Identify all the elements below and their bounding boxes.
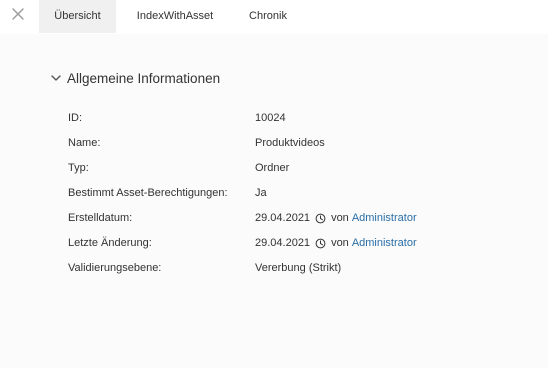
clock-icon (315, 238, 326, 248)
tab-chronik[interactable]: Chronik (238, 0, 298, 33)
created-date: 29.04.2021 (255, 212, 311, 224)
created-by-prefix: von (331, 212, 349, 224)
clock-icon (315, 213, 326, 223)
field-value: Vererbung (Strikt) (255, 262, 342, 274)
field-label: ID: (68, 112, 83, 124)
tab-indexwithasset[interactable]: IndexWithAsset (126, 0, 224, 33)
field-value: Produktvideos (255, 137, 325, 149)
tab-uebersicht[interactable]: Übersicht (39, 0, 116, 33)
content-panel: Allgemeine Informationen ID: 10024 Name:… (0, 34, 548, 368)
created-by-user-link[interactable]: Administrator (352, 210, 417, 226)
field-value: Ja (255, 187, 267, 199)
field-value: 10024 (255, 112, 286, 124)
field-label: Letzte Änderung: (68, 237, 152, 249)
chevron-down-icon (51, 75, 61, 81)
modified-by-prefix: von (331, 237, 349, 249)
modified-date: 29.04.2021 (255, 237, 311, 249)
field-value: 29.04.2021 von Administrator (255, 210, 417, 226)
field-label: Validierungsebene: (68, 262, 162, 274)
section-header[interactable]: Allgemeine Informationen (50, 68, 220, 88)
close-icon[interactable] (9, 5, 27, 23)
modified-by-user-link[interactable]: Administrator (352, 235, 417, 251)
field-label: Bestimmt Asset-Berechtigungen: (68, 187, 228, 199)
tab-bar: Übersicht IndexWithAsset Chronik (0, 0, 548, 34)
field-value: Ordner (255, 162, 290, 174)
field-value: 29.04.2021 von Administrator (255, 235, 417, 251)
field-label: Typ: (68, 162, 89, 174)
field-label: Erstelldatum: (68, 212, 133, 224)
section-title: Allgemeine Informationen (67, 70, 221, 86)
field-label: Name: (68, 137, 101, 149)
